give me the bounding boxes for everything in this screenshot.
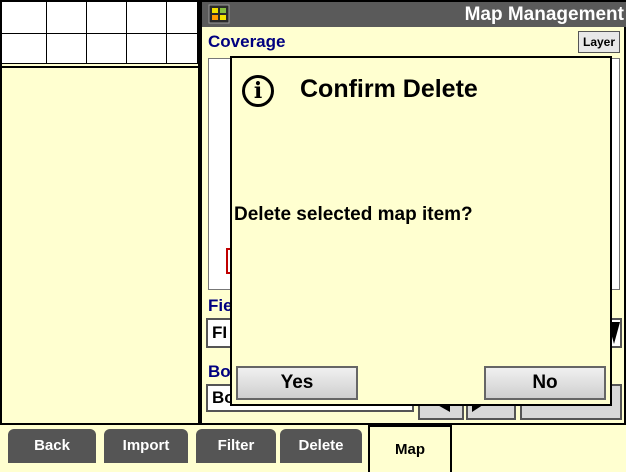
grid-selector: [2, 2, 198, 68]
yes-button[interactable]: Yes: [236, 366, 358, 400]
layer-button[interactable]: Layer: [578, 31, 620, 53]
grid-cell[interactable]: [127, 34, 167, 64]
field-value: FI: [212, 323, 228, 342]
tab-import[interactable]: Import: [104, 429, 188, 463]
page-title: Map Management: [464, 4, 624, 25]
grid-cell[interactable]: [167, 34, 198, 64]
left-panel: [0, 0, 200, 425]
boundary-label: Bo: [208, 362, 231, 381]
tab-bar: Back Import Filter Delete Map: [0, 425, 626, 472]
dialog-message: Delete selected map item?: [234, 204, 473, 225]
grid-cell[interactable]: [167, 2, 198, 34]
grid-cell[interactable]: [2, 2, 47, 34]
info-icon: i: [242, 75, 274, 107]
grid-cell[interactable]: [127, 2, 167, 34]
display-icon: [208, 4, 230, 24]
dialog-title: Confirm Delete: [300, 75, 478, 103]
grid-cell[interactable]: [87, 2, 127, 34]
title-bar: Map Management: [202, 2, 626, 27]
no-button[interactable]: No: [484, 366, 606, 400]
tab-map[interactable]: Map: [368, 425, 452, 472]
tab-back[interactable]: Back: [8, 429, 96, 463]
field-label: Fie: [208, 296, 233, 315]
grid-cell[interactable]: [87, 34, 127, 64]
coverage-label: Coverage: [208, 32, 286, 51]
tab-delete[interactable]: Delete: [280, 429, 362, 463]
confirm-dialog: [230, 56, 612, 406]
grid-cell[interactable]: [2, 34, 47, 64]
grid-cell[interactable]: [47, 34, 87, 64]
grid-cell[interactable]: [47, 2, 87, 34]
tab-filter[interactable]: Filter: [196, 429, 276, 463]
